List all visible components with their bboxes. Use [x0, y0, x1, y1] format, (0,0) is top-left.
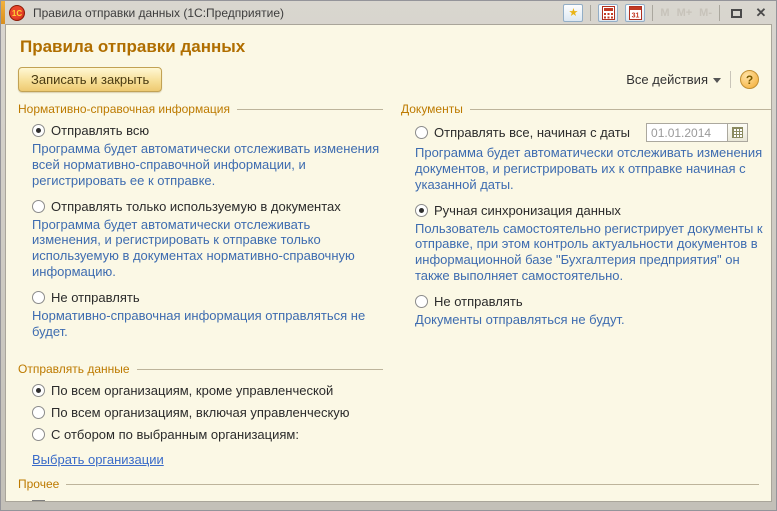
radio-icon: [32, 384, 45, 397]
radio-nsi-send-used-only-description: Программа будет автоматически отслеживат…: [32, 217, 380, 280]
radio-nsi-send-all[interactable]: Отправлять всю: [32, 123, 383, 138]
radio-all-orgs-except-management[interactable]: По всем организациям, кроме управленческ…: [32, 383, 383, 398]
radio-all-orgs-including-management[interactable]: По всем организациям, включая управленче…: [32, 405, 383, 420]
memory-m-minus-button[interactable]: М-: [699, 7, 712, 19]
group-documents-title: Документы: [401, 102, 470, 116]
app-window: 1С Правила отправки данных (1С:Предприят…: [0, 0, 777, 511]
group-line: [66, 484, 759, 485]
all-actions-label: Все действия: [626, 72, 708, 87]
radio-nsi-do-not-send-description: Нормативно-справочная информация отправл…: [32, 308, 380, 340]
close-icon: ✕: [756, 5, 767, 20]
radio-nsi-do-not-send[interactable]: Не отправлять: [32, 290, 383, 305]
radio-nsi-send-all-description: Программа будет автоматически отслеживат…: [32, 141, 380, 189]
radio-icon: [32, 406, 45, 419]
radio-docs-send-from-date[interactable]: Отправлять все, начиная с даты: [415, 123, 772, 142]
titlebar-separator: [719, 5, 720, 21]
group-other: Прочее Выгружать аналитику по складам i …: [18, 477, 759, 502]
checkbox-icon: [32, 500, 45, 502]
group-line: [137, 369, 383, 370]
calculator-icon: [602, 6, 615, 20]
form-client-area: Правила отправки данных Записать и закры…: [5, 24, 772, 502]
radio-icon: [32, 428, 45, 441]
group-line: [237, 109, 383, 110]
chevron-down-icon: [713, 78, 721, 83]
titlebar-separator: [652, 5, 653, 21]
radio-icon: [415, 295, 428, 308]
radio-icon: [415, 126, 428, 139]
radio-docs-send-from-date-description: Программа будет автоматически отслеживат…: [415, 145, 772, 193]
group-nsi: Нормативно-справочная информация Отправл…: [18, 102, 383, 350]
favorites-star-button[interactable]: ★: [563, 4, 583, 22]
group-send-data: Отправлять данные По всем организациям, …: [18, 362, 383, 467]
titlebar[interactable]: 1С Правила отправки данных (1С:Предприят…: [1, 1, 776, 23]
calculator-button[interactable]: [598, 4, 618, 22]
svg-text:31: 31: [632, 13, 640, 20]
window-accent-strip: [1, 1, 5, 24]
close-button[interactable]: ✕: [752, 5, 770, 21]
titlebar-separator: [590, 5, 591, 21]
toolbar-separator: [730, 71, 731, 88]
radio-docs-do-not-send[interactable]: Не отправлять: [415, 294, 772, 309]
radio-icon: [32, 124, 45, 137]
memory-m-button[interactable]: М: [660, 7, 669, 19]
star-icon: ★: [568, 8, 578, 19]
form-toolbar: Записать и закрыть Все действия ?: [18, 67, 759, 92]
radio-nsi-send-used-only[interactable]: Отправлять только используемую в докумен…: [32, 199, 383, 214]
maximize-icon: [731, 9, 742, 18]
group-other-title: Прочее: [18, 477, 66, 491]
radio-docs-manual-sync-description: Пользователь самостоятельно регистрирует…: [415, 221, 772, 284]
start-date-input[interactable]: [646, 123, 728, 142]
help-button[interactable]: ?: [740, 70, 759, 89]
maximize-button[interactable]: [727, 6, 745, 21]
radio-icon: [32, 200, 45, 213]
calendar-grid-icon: [732, 127, 743, 138]
group-line: [470, 109, 772, 110]
radio-docs-manual-sync[interactable]: Ручная синхронизация данных: [415, 203, 772, 218]
select-organizations-link[interactable]: Выбрать организации: [32, 452, 164, 467]
all-actions-button[interactable]: Все действия: [626, 72, 721, 87]
checkbox-export-warehouse-analytics[interactable]: Выгружать аналитику по складам: [32, 499, 759, 502]
radio-docs-do-not-send-description: Документы отправляться не будут.: [415, 312, 772, 328]
group-nsi-title: Нормативно-справочная информация: [18, 102, 237, 116]
calendar-button[interactable]: 31: [625, 4, 645, 22]
radio-selected-orgs-filter[interactable]: С отбором по выбранным организациям:: [32, 427, 383, 442]
radio-icon: [32, 291, 45, 304]
window-title: Правила отправки данных (1С:Предприятие): [33, 6, 284, 20]
date-picker-button[interactable]: [728, 123, 748, 142]
memory-m-plus-button[interactable]: М+: [677, 7, 693, 19]
calendar-icon: 31: [629, 6, 642, 20]
1c-logo-icon: 1С: [9, 5, 25, 21]
page-title: Правила отправки данных: [20, 37, 759, 57]
save-and-close-button[interactable]: Записать и закрыть: [18, 67, 162, 92]
group-send-data-title: Отправлять данные: [18, 362, 137, 376]
radio-icon: [415, 204, 428, 217]
group-documents: Документы Отправлять все, начиная с даты…: [401, 102, 772, 350]
